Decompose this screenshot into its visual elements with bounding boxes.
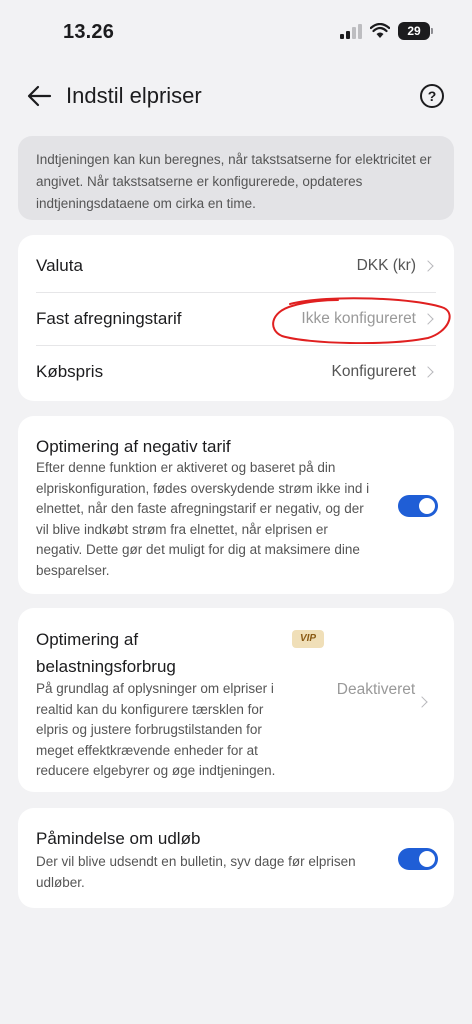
expiry-reminder-card: Påmindelse om udløb Der vil blive udsend… xyxy=(18,808,454,908)
fixed-tariff-label: Fast afregningstarif xyxy=(36,308,182,328)
negative-tariff-title: Optimering af negativ tarif xyxy=(36,437,231,456)
purchase-price-value: Konfigureret xyxy=(331,362,416,380)
price-settings-card: Valuta DKK (kr) Fast afregningstarif Ikk… xyxy=(18,235,454,401)
expiry-reminder-title: Påmindelse om udløb xyxy=(36,829,201,848)
negative-tariff-description: Efter denne funktion er aktiveret og bas… xyxy=(36,460,370,578)
negative-tariff-card: Optimering af negativ tarif Efter denne … xyxy=(18,416,454,594)
purchase-price-label: Købspris xyxy=(36,361,104,381)
chevron-right-icon xyxy=(422,259,434,272)
currency-row[interactable]: Valuta DKK (kr) xyxy=(18,239,454,292)
header: Indstil elpriser ? xyxy=(0,72,472,120)
info-text: Indtjeningen kan kun beregnes, når takst… xyxy=(36,152,432,211)
status-time: 13.26 xyxy=(63,21,115,43)
load-optimization-card[interactable]: Optimering af belastningsforbrug VIP På … xyxy=(18,608,454,792)
currency-label: Valuta xyxy=(36,255,83,275)
purchase-price-row[interactable]: Købspris Konfigureret xyxy=(18,345,454,398)
chevron-right-icon xyxy=(416,696,428,708)
help-icon[interactable]: ? xyxy=(420,84,444,108)
currency-value: DKK (kr) xyxy=(356,256,416,274)
fixed-tariff-value: Ikke konfigureret xyxy=(301,309,416,327)
load-optimization-status: Deaktiveret xyxy=(336,681,416,698)
wifi-icon xyxy=(370,23,390,38)
expiry-reminder-description: Der vil blive udsendt en bulletin, syv d… xyxy=(36,854,356,890)
signal-icon xyxy=(340,23,362,39)
page-title: Indstil elpriser xyxy=(66,83,202,108)
fixed-tariff-row[interactable]: Fast afregningstarif Ikke konfigureret xyxy=(18,292,454,345)
chevron-right-icon xyxy=(422,365,434,378)
load-optimization-description: På grundlag af oplysninger om elpriser i… xyxy=(36,681,276,778)
back-arrow-icon[interactable] xyxy=(26,82,54,110)
chevron-right-icon xyxy=(422,312,434,325)
expiry-reminder-toggle[interactable] xyxy=(398,848,438,870)
negative-tariff-toggle[interactable] xyxy=(398,495,438,517)
load-optimization-title: Optimering af belastningsforbrug xyxy=(36,630,176,676)
battery-icon: 29 xyxy=(398,22,433,40)
status-bar: 13.26 29 xyxy=(0,0,472,64)
info-notice: Indtjeningen kan kun beregnes, når takst… xyxy=(18,136,454,220)
vip-badge: VIP xyxy=(292,630,324,648)
status-icons: 29 xyxy=(340,22,433,40)
